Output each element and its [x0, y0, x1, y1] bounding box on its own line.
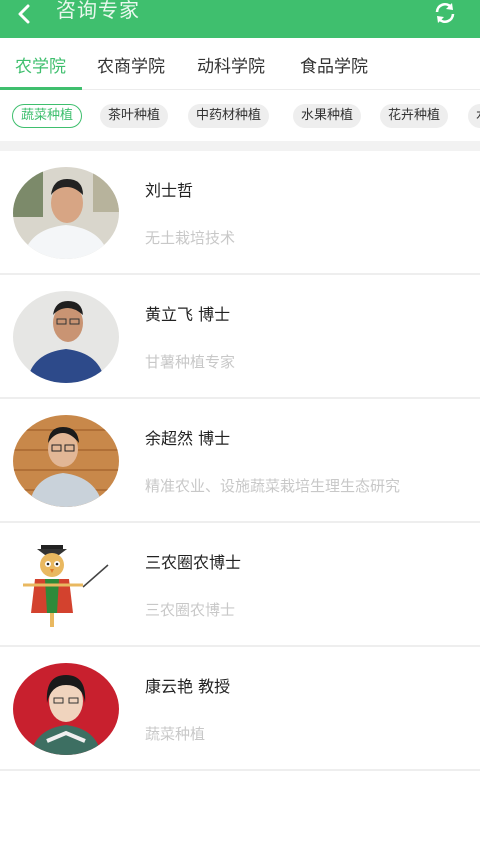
college-tabs: 农学院 农商学院 动科学院 食品学院: [0, 38, 480, 90]
chip-fruit[interactable]: 水果种植: [293, 104, 362, 128]
page-title: 咨询专家: [56, 0, 140, 22]
back-arrow-icon[interactable]: [12, 2, 36, 26]
expert-avatar: [13, 415, 119, 507]
expert-name: 康云艳 教授: [145, 677, 231, 696]
expert-list: 刘士哲 无土栽培技术 黄立飞 博士 甘薯种植专家 余超然 博士 精准农业、设施蔬…: [0, 151, 480, 771]
active-tab-indicator: [0, 87, 82, 90]
expert-name: 黄立飞 博士: [145, 305, 231, 324]
expert-avatar: [13, 291, 119, 383]
expert-name: 余超然 博士: [145, 429, 231, 448]
expert-row[interactable]: 刘士哲 无土栽培技术: [0, 151, 480, 275]
tab-shipinxueyuan[interactable]: 食品学院: [300, 52, 368, 77]
refresh-icon[interactable]: [432, 0, 458, 26]
tab-nongxueyuan[interactable]: 农学院: [15, 52, 66, 77]
expert-name: 三农圈农博士: [145, 553, 242, 572]
expert-avatar: [13, 663, 119, 755]
category-chips: 蔬菜种植 茶叶种植 中药材种植 水果种植 花卉种植 水: [0, 91, 480, 141]
expert-avatar: [13, 167, 119, 259]
expert-description: 精准农业、设施蔬菜栽培生理生态研究: [145, 477, 401, 495]
expert-row[interactable]: 余超然 博士 精准农业、设施蔬菜栽培生理生态研究: [0, 399, 480, 523]
expert-row[interactable]: 黄立飞 博士 甘薯种植专家: [0, 275, 480, 399]
app-header: 咨询专家: [0, 0, 480, 38]
chip-tea[interactable]: 茶叶种植: [100, 104, 169, 128]
tab-nongshangxueyuan[interactable]: 农商学院: [97, 52, 165, 77]
expert-description: 无土栽培技术: [145, 229, 236, 247]
expert-row[interactable]: 康云艳 教授 蔬菜种植: [0, 647, 480, 771]
tab-dongkexueyuan[interactable]: 动科学院: [197, 52, 265, 77]
expert-row[interactable]: 三农圈农博士 三农圈农博士: [0, 523, 480, 647]
expert-description: 三农圈农博士: [145, 601, 236, 619]
chip-herb[interactable]: 中药材种植: [188, 104, 270, 128]
expert-name: 刘士哲: [145, 181, 194, 200]
section-divider: [0, 141, 480, 151]
expert-avatar: [13, 539, 119, 631]
chip-vegetable[interactable]: 蔬菜种植: [12, 104, 83, 128]
chip-flower[interactable]: 花卉种植: [380, 104, 449, 128]
expert-description: 蔬菜种植: [145, 725, 206, 743]
expert-description: 甘薯种植专家: [145, 353, 236, 371]
chip-more[interactable]: 水: [468, 104, 480, 128]
